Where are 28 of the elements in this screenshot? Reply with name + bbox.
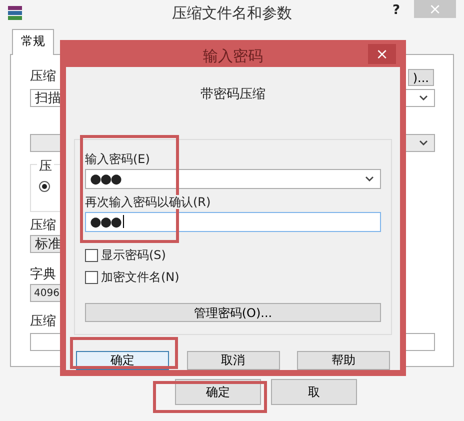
confirm-password-field[interactable]: ●●●	[85, 212, 381, 232]
tab[interactable]: 常规	[12, 29, 54, 55]
checkbox[interactable]	[85, 271, 98, 284]
password-field[interactable]: ●●●	[85, 169, 381, 189]
password-label: 输入密码(E)	[85, 152, 150, 166]
checkbox-label: 加密文件名(N)	[101, 269, 180, 286]
confirm-password-label: 再次输入密码以确认(R)	[85, 195, 211, 209]
dialog-heading: 带密码压缩	[200, 86, 266, 103]
close-button[interactable]: ×	[368, 44, 396, 64]
dialog-title: 输入密码	[203, 47, 263, 66]
split-label: 压缩	[30, 314, 56, 329]
radio-button[interactable]	[39, 181, 50, 192]
checkbox[interactable]	[85, 249, 98, 262]
browse-button[interactable]: )...	[408, 69, 434, 86]
chevron-icon	[365, 176, 374, 182]
dialog-button[interactable]: 取消	[186, 351, 280, 370]
checkbox-label: 显示密码(S)	[101, 247, 166, 264]
method-label: 压缩	[30, 218, 56, 233]
dialog-button[interactable]: 帮助	[297, 351, 390, 370]
window-title: 压缩文件名和参数	[172, 4, 292, 23]
manage-passwords-button[interactable]: 管理密码(O)...	[85, 303, 381, 322]
help-button[interactable]: ?	[392, 0, 414, 18]
archive-name-label: 压缩	[30, 69, 56, 84]
dialog-button[interactable]: 取	[271, 379, 357, 405]
dictionary-label: 字典	[30, 267, 56, 282]
books-icon	[6, 4, 24, 22]
chevron-icon	[419, 95, 428, 101]
chevron-icon	[419, 140, 428, 146]
